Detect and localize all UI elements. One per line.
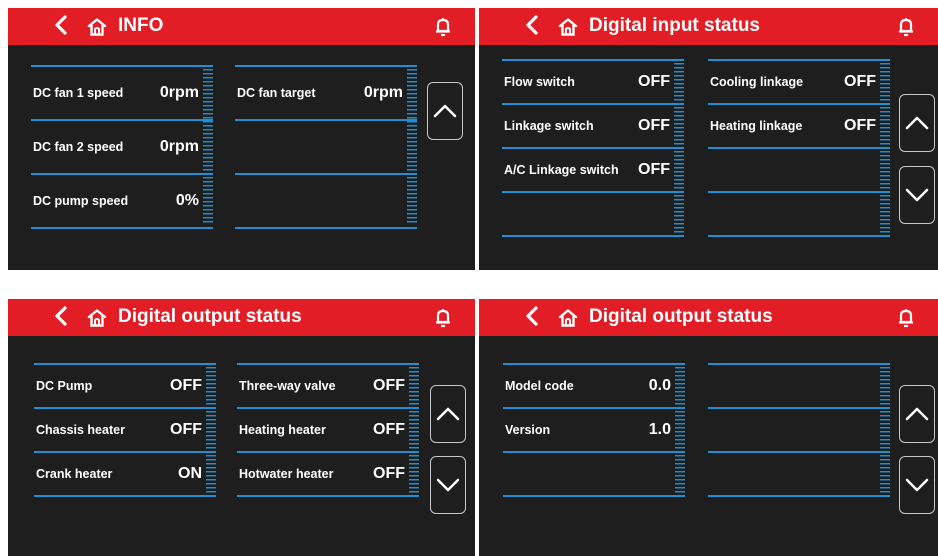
row-divider [31,227,213,229]
param-label: DC fan target [237,86,316,100]
param-row: A/C Linkage switch OFF [502,148,684,192]
param-row [235,179,417,223]
param-column-right: DC fan target 0rpm [235,8,417,270]
param-label: Chassis heater [36,423,125,437]
param-column-left: Flow switch OFF Linkage switch OFF A/C Linka… [502,8,684,270]
param-value: OFF [373,421,405,438]
param-value: 0% [175,192,199,209]
param-value: 1.0 [648,421,671,438]
param-label: DC fan 1 speed [33,86,124,100]
chevron-down-icon [905,188,929,202]
param-row [708,452,890,496]
scroll-down-button[interactable] [430,456,466,514]
param-row [708,408,890,452]
row-divider [235,65,417,67]
row-divider [235,119,417,121]
param-row: DC fan 2 speed 0rpm [31,125,213,169]
chevron-down-icon [436,478,460,492]
param-row: DC Pump OFF [34,364,216,408]
param-row: Chassis heater OFF [34,408,216,452]
param-row: Cooling linkage OFF [708,60,890,104]
param-row: DC fan target 0rpm [235,71,417,115]
screen-panel: Digital output status Model code 0.0 Versio… [479,299,938,556]
bell-icon[interactable] [435,308,451,328]
screen-panel: INFO DC fan 1 speed 0rpm DC fan 2 speed 0rpm… [8,8,475,270]
param-value: OFF [638,117,670,134]
param-row [708,148,890,192]
chevron-up-icon [436,407,460,421]
param-value: OFF [373,465,405,482]
chevron-down-icon [905,478,929,492]
param-column-left: DC Pump OFF Chassis heater OFF Crank heater O… [34,299,216,556]
param-value: OFF [373,377,405,394]
param-value: 0rpm [159,84,199,101]
param-value: OFF [170,377,202,394]
param-row: DC pump speed 0% [31,179,213,223]
bell-icon[interactable] [898,308,914,328]
scroll-down-button[interactable] [899,166,935,224]
row-divider [31,173,213,175]
screen-panel: Digital output status DC Pump OFF Chassis h… [8,299,475,556]
param-row: Hotwater heater OFF [237,452,419,496]
scroll-up-button[interactable] [899,94,935,152]
param-label: Crank heater [36,467,113,481]
param-label: Version [505,423,551,437]
param-row: Heating heater OFF [237,408,419,452]
param-row: Linkage switch OFF [502,104,684,148]
scroll-down-button[interactable] [899,456,935,514]
row-divider [31,119,213,121]
param-row: Three-way valve OFF [237,364,419,408]
bell-icon[interactable] [435,17,451,37]
param-column-left: Model code 0.0 Version 1.0 [503,299,685,556]
param-label: Three-way valve [239,379,336,393]
screen-panel: Digital input status Flow switch OFF Linkag… [479,8,938,270]
param-value: OFF [844,117,876,134]
param-value: 0.0 [648,377,671,394]
param-column-right: Three-way valve OFF Heating heater OFF Hotwa… [237,299,419,556]
param-value: OFF [638,161,670,178]
param-row: Crank heater ON [34,452,216,496]
param-value: ON [178,465,202,482]
param-label: Linkage switch [504,119,594,133]
param-row [708,192,890,236]
scroll-up-button[interactable] [430,385,466,443]
param-value: OFF [844,73,876,90]
param-label: Cooling linkage [710,75,804,89]
param-value: 0rpm [159,138,199,155]
scroll-up-button[interactable] [427,82,463,140]
param-row [708,364,890,408]
param-label: Heating linkage [710,119,803,133]
param-row: Version 1.0 [503,408,685,452]
param-value: OFF [170,421,202,438]
chevron-up-icon [433,104,457,118]
scroll-up-button[interactable] [899,385,935,443]
param-column-right [708,299,890,556]
param-label: Flow switch [504,75,575,89]
param-label: Model code [505,379,574,393]
param-row: Model code 0.0 [503,364,685,408]
param-value: OFF [638,73,670,90]
param-row [503,452,685,496]
param-column-left: DC fan 1 speed 0rpm DC fan 2 speed 0rpm DC p… [31,8,213,270]
param-label: DC Pump [36,379,93,393]
param-row: Flow switch OFF [502,60,684,104]
param-column-right: Cooling linkage OFF Heating linkage OFF [708,8,890,270]
row-divider [235,173,417,175]
param-row: DC fan 1 speed 0rpm [31,71,213,115]
param-label: DC fan 2 speed [33,140,124,154]
param-label: Hotwater heater [239,467,334,481]
chevron-up-icon [905,407,929,421]
param-label: A/C Linkage switch [504,163,619,177]
param-value: 0rpm [363,84,403,101]
param-row: Heating linkage OFF [708,104,890,148]
chevron-up-icon [905,116,929,130]
row-divider [235,227,417,229]
param-row [502,192,684,236]
bell-icon[interactable] [898,17,914,37]
param-label: Heating heater [239,423,326,437]
row-divider [31,65,213,67]
param-row [235,125,417,169]
param-label: DC pump speed [33,194,129,208]
